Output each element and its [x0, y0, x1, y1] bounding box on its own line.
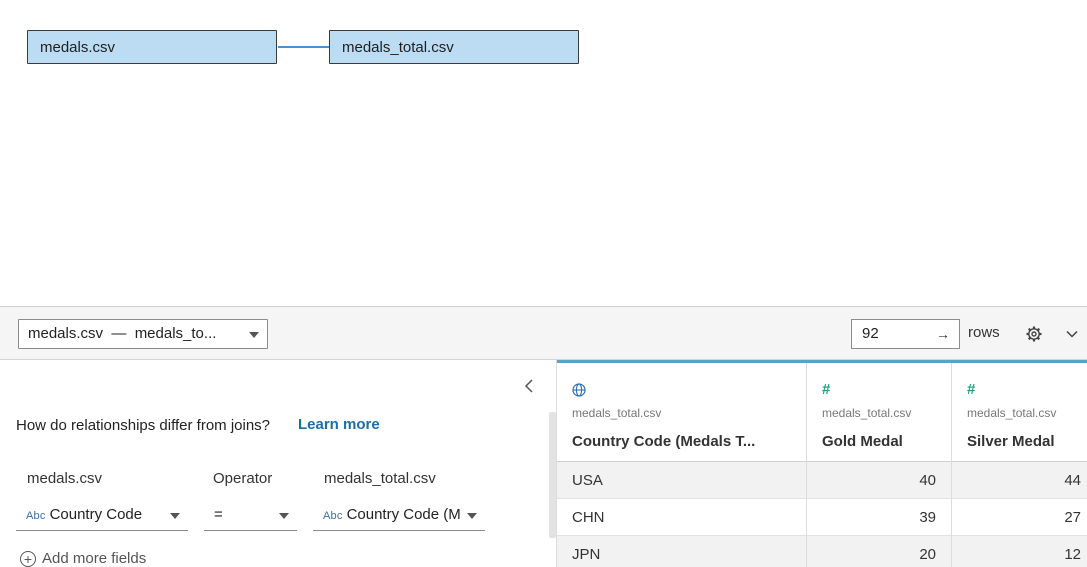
relationships-help-text: How do relationships differ from joins? [16, 417, 271, 434]
grid-cell: CHN [557, 499, 806, 536]
rows-label: rows [968, 324, 1000, 341]
column-name: Country Code (Medals T... [572, 433, 756, 450]
data-grid: medals_total.csv Country Code (Medals T.… [556, 360, 1087, 567]
column-name: Silver Medal [967, 433, 1055, 450]
chevron-down-icon[interactable] [1064, 326, 1080, 342]
column-source: medals_total.csv [967, 406, 1057, 420]
number-type-icon[interactable]: # [822, 381, 830, 398]
number-type-icon[interactable]: # [967, 381, 975, 398]
chevron-down-icon [279, 513, 289, 519]
left-table-header: medals.csv [27, 470, 103, 487]
grid-cell: 40 [807, 462, 951, 499]
grid-column: # medals_total.csv Gold Medal 40 39 20 [807, 363, 952, 567]
string-type-icon: Abc [26, 510, 46, 522]
grid-cell: 12 [952, 536, 1087, 567]
chevron-down-icon [170, 513, 180, 519]
add-more-fields-label: Add more fields [42, 550, 147, 567]
relationship-select[interactable]: medals.csv — medals_to... [18, 319, 268, 349]
gear-icon[interactable] [1024, 324, 1044, 344]
table-node-medals-total[interactable]: medals_total.csv [329, 30, 579, 64]
column-source: medals_total.csv [822, 406, 912, 420]
grid-cell: 44 [952, 462, 1087, 499]
column-source: medals_total.csv [572, 406, 662, 420]
column-header[interactable]: # medals_total.csv Silver Medal [952, 363, 1087, 462]
table-node-medals[interactable]: medals.csv [27, 30, 277, 64]
data-grid-toolbar: medals.csv — medals_to... 92 → rows [0, 306, 1087, 360]
grid-cell: JPN [557, 536, 806, 567]
add-more-fields-button[interactable]: + Add more fields [20, 550, 146, 567]
operator-value: = [214, 506, 223, 523]
column-header[interactable]: medals_total.csv Country Code (Medals T.… [557, 363, 806, 462]
chevron-left-icon[interactable] [522, 378, 536, 394]
right-field-select[interactable]: Abc Country Code (M [313, 499, 485, 531]
plus-circle-icon: + [20, 551, 36, 567]
left-field-select[interactable]: Abc Country Code [16, 499, 188, 531]
right-table-header: medals_total.csv [324, 470, 436, 487]
learn-more-link[interactable]: Learn more [298, 416, 380, 433]
rows-value: 92 [862, 325, 879, 342]
grid-cell: 20 [807, 536, 951, 567]
grid-column: medals_total.csv Country Code (Medals T.… [557, 363, 807, 567]
string-type-icon: Abc [323, 510, 343, 522]
grid-column: # medals_total.csv Silver Medal 44 27 12 [952, 363, 1087, 567]
panel-scrollbar[interactable] [549, 412, 556, 538]
column-header[interactable]: # medals_total.csv Gold Medal [807, 363, 951, 462]
relationship-noodle[interactable] [278, 46, 329, 48]
relationship-canvas: medals.csv medals_total.csv [0, 0, 1087, 306]
left-field-value: Country Code [49, 506, 143, 523]
grid-cell: 39 [807, 499, 951, 536]
relationship-select-label: medals.csv — medals_to... [28, 325, 217, 342]
grid-cell: USA [557, 462, 806, 499]
rows-input[interactable]: 92 → [851, 319, 960, 349]
relationship-edit-panel: How do relationships differ from joins? … [0, 360, 556, 567]
globe-icon[interactable] [572, 383, 586, 397]
operator-select[interactable]: = [204, 499, 297, 531]
grid-cell: 27 [952, 499, 1087, 536]
column-name: Gold Medal [822, 433, 903, 450]
operator-header: Operator [213, 470, 273, 487]
chevron-down-icon [249, 332, 259, 338]
right-field-value: Country Code (M [346, 506, 461, 523]
arrow-right-icon[interactable]: → [936, 320, 950, 348]
chevron-down-icon [467, 513, 477, 519]
